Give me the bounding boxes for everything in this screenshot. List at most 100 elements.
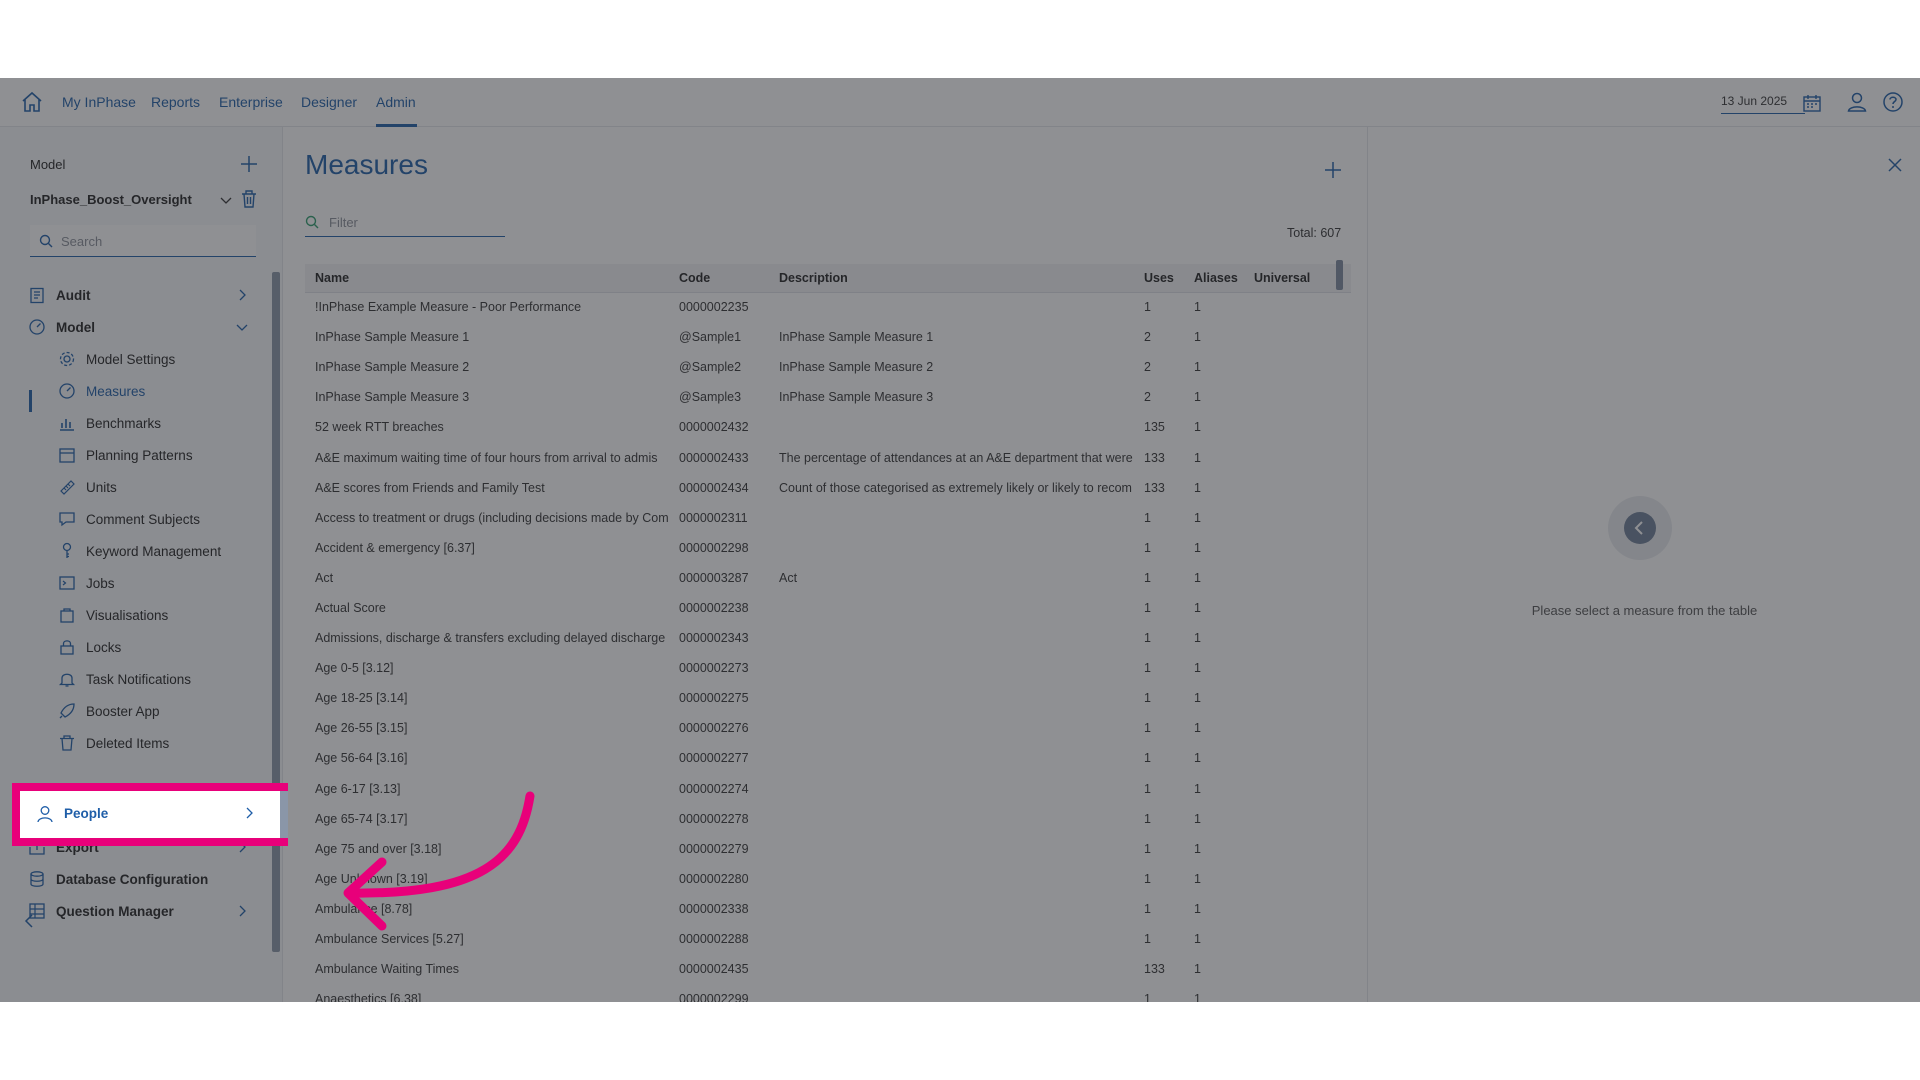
sidebar-item-benchmarks[interactable]: Benchmarks xyxy=(56,410,256,438)
cell-name: Ambulance Waiting Times xyxy=(305,954,669,985)
column-header-name[interactable]: Name xyxy=(305,264,669,293)
add-model-icon[interactable] xyxy=(238,153,260,175)
nav-designer[interactable]: Designer xyxy=(301,94,357,110)
nav-reports[interactable]: Reports xyxy=(151,94,200,110)
cell-name: Access to treatment or drugs (including … xyxy=(305,502,669,534)
chevron-left-icon xyxy=(1624,512,1656,544)
cell-uses: 1 xyxy=(1134,623,1184,654)
table-row[interactable]: Access to treatment or drugs (including … xyxy=(305,502,1351,534)
sidebar-item-visualisations[interactable]: Visualisations xyxy=(56,602,256,630)
sidebar-item-comment-subjects[interactable]: Comment Subjects xyxy=(56,506,256,534)
table-row[interactable]: Anaesthetics [6.38] 0000002299 1 1 xyxy=(305,984,1351,1002)
table-row[interactable]: Age 56-64 [3.16] 0000002277 1 1 xyxy=(305,743,1351,775)
column-header-universal[interactable]: Universal xyxy=(1244,264,1351,293)
sidebar-item-database-configuration[interactable]: Database Configuration xyxy=(26,866,256,894)
sidebar-item-model-settings[interactable]: Model Settings xyxy=(56,346,256,374)
cell-aliases: 1 xyxy=(1184,954,1244,985)
sidebar-item-measures[interactable]: Measures xyxy=(56,378,256,406)
table-row[interactable]: InPhase Sample Measure 1 @Sample1 InPhase … xyxy=(305,322,1351,353)
sidebar-item-question-manager[interactable]: Question Manager xyxy=(26,898,256,926)
chevron-down-icon[interactable] xyxy=(219,193,233,207)
table-header: Name Code Description Uses Aliases Unive… xyxy=(305,264,1351,293)
table-row[interactable]: InPhase Sample Measure 3 @Sample3 InPhase … xyxy=(305,382,1351,413)
table-row[interactable]: Age 26-55 [3.15] 0000002276 1 1 xyxy=(305,713,1351,744)
add-measure-icon[interactable] xyxy=(1322,159,1344,181)
table-row[interactable]: Actual Score 0000002238 1 1 xyxy=(305,592,1351,624)
table-row[interactable]: Act 0000003287 Act 1 1 xyxy=(305,562,1351,594)
user-icon[interactable] xyxy=(1846,91,1868,113)
table-row[interactable]: A&E maximum waiting time of four hours f… xyxy=(305,442,1351,474)
table-row[interactable]: Ambulance Services [5.27] 0000002288 1 1 xyxy=(305,923,1351,955)
nav-enterprise[interactable]: Enterprise xyxy=(219,94,283,110)
cell-aliases: 1 xyxy=(1184,893,1244,925)
table-row[interactable]: InPhase Sample Measure 2 @Sample2 InPhase … xyxy=(305,352,1351,383)
sidebar-item-label: Benchmarks xyxy=(86,416,162,431)
sidebar-item-units[interactable]: Units xyxy=(56,474,256,502)
table-row[interactable]: 52 week RTT breaches 0000002432 135 1 xyxy=(305,412,1351,443)
cell-uses: 1 xyxy=(1134,743,1184,775)
sidebar-item-jobs[interactable]: Jobs xyxy=(56,570,256,598)
sidebar-item-people[interactable]: People xyxy=(20,791,280,838)
table-row[interactable]: !InPhase Example Measure - Poor Performa… xyxy=(305,292,1351,323)
model-select[interactable]: InPhase_Boost_Oversight xyxy=(30,192,192,207)
sidebar-item-keyword-management[interactable]: Keyword Management xyxy=(56,538,256,566)
cell-uses: 1 xyxy=(1134,292,1184,323)
cell-description xyxy=(769,833,1134,865)
filter-input[interactable] xyxy=(329,213,499,231)
table-scrollbar[interactable] xyxy=(1336,260,1343,290)
nav-admin[interactable]: Admin xyxy=(376,94,416,110)
sidebar-item-task-notifications[interactable]: Task Notifications xyxy=(56,666,256,694)
delete-model-icon[interactable] xyxy=(240,189,258,209)
cell-universal xyxy=(1244,623,1351,654)
cell-uses: 133 xyxy=(1134,954,1184,985)
close-icon[interactable] xyxy=(1887,157,1903,173)
sidebar-item-planning-patterns[interactable]: Planning Patterns xyxy=(56,442,256,470)
table-row[interactable]: Ambulance [8.78] 0000002338 1 1 xyxy=(305,893,1351,925)
cell-code: 0000002298 xyxy=(669,532,769,564)
column-header-code[interactable]: Code xyxy=(669,264,769,293)
table-row[interactable]: Age 65-74 [3.17] 0000002278 1 1 xyxy=(305,803,1351,835)
sidebar-item-locks[interactable]: Locks xyxy=(56,634,256,662)
cell-uses: 1 xyxy=(1134,653,1184,684)
table-row[interactable]: Ambulance Waiting Times 0000002435 133 1 xyxy=(305,954,1351,985)
table-row[interactable]: Age 75 and over [3.18] 0000002279 1 1 xyxy=(305,833,1351,865)
sidebar-item-deleted-items[interactable]: Deleted Items xyxy=(56,730,256,758)
table-row[interactable]: Age 6-17 [3.13] 0000002274 1 1 xyxy=(305,773,1351,805)
sidebar-item-label: Comment Subjects xyxy=(86,512,201,527)
table-row[interactable]: Admissions, discharge & transfers exclud… xyxy=(305,623,1351,654)
cell-code: 0000002273 xyxy=(669,653,769,684)
sidebar-scrollbar[interactable] xyxy=(272,272,280,952)
date-picker[interactable]: 13 Jun 2025 xyxy=(1721,92,1805,114)
collapse-sidebar-icon[interactable] xyxy=(22,913,38,929)
search-input[interactable] xyxy=(61,232,251,250)
table-row[interactable]: A&E scores from Friends and Family Test 0… xyxy=(305,472,1351,504)
column-header-description[interactable]: Description xyxy=(769,264,1134,293)
table-row[interactable]: Age Unknown [3.19] 0000002280 1 1 xyxy=(305,863,1351,895)
top-nav: My InPhase Reports Enterprise Designer A… xyxy=(0,78,1920,127)
calendar-icon[interactable] xyxy=(1802,93,1822,113)
cell-description: InPhase Sample Measure 2 xyxy=(769,352,1134,383)
sidebar-item-label: Booster App xyxy=(86,704,160,719)
cell-description xyxy=(769,923,1134,955)
table-row[interactable]: Age 0-5 [3.12] 0000002273 1 1 xyxy=(305,653,1351,684)
home-icon[interactable] xyxy=(20,90,44,114)
sidebar-item-booster-app[interactable]: Booster App xyxy=(56,698,256,726)
cell-uses: 135 xyxy=(1134,412,1184,443)
sidebar-item-model[interactable]: Model xyxy=(26,314,256,342)
cell-aliases: 1 xyxy=(1184,442,1244,474)
column-header-uses[interactable]: Uses xyxy=(1134,264,1184,293)
column-header-aliases[interactable]: Aliases xyxy=(1184,264,1244,293)
help-icon[interactable] xyxy=(1882,91,1904,113)
terminal-icon xyxy=(59,576,75,590)
table-row[interactable]: Accident & emergency [6.37] 0000002298 1 1 xyxy=(305,532,1351,564)
cell-code: @Sample2 xyxy=(669,352,769,383)
sidebar-item-label: People xyxy=(64,806,109,821)
chevron-right-icon xyxy=(246,807,253,819)
nav-my-inphase[interactable]: My InPhase xyxy=(62,94,136,110)
cell-aliases: 1 xyxy=(1184,322,1244,353)
table-row[interactable]: Age 18-25 [3.14] 0000002275 1 1 xyxy=(305,683,1351,714)
sidebar-item-audit[interactable]: Audit xyxy=(26,282,256,310)
cell-name: Age 65-74 [3.17] xyxy=(305,803,669,835)
cell-uses: 1 xyxy=(1134,803,1184,835)
chevron-right-icon xyxy=(239,289,246,301)
